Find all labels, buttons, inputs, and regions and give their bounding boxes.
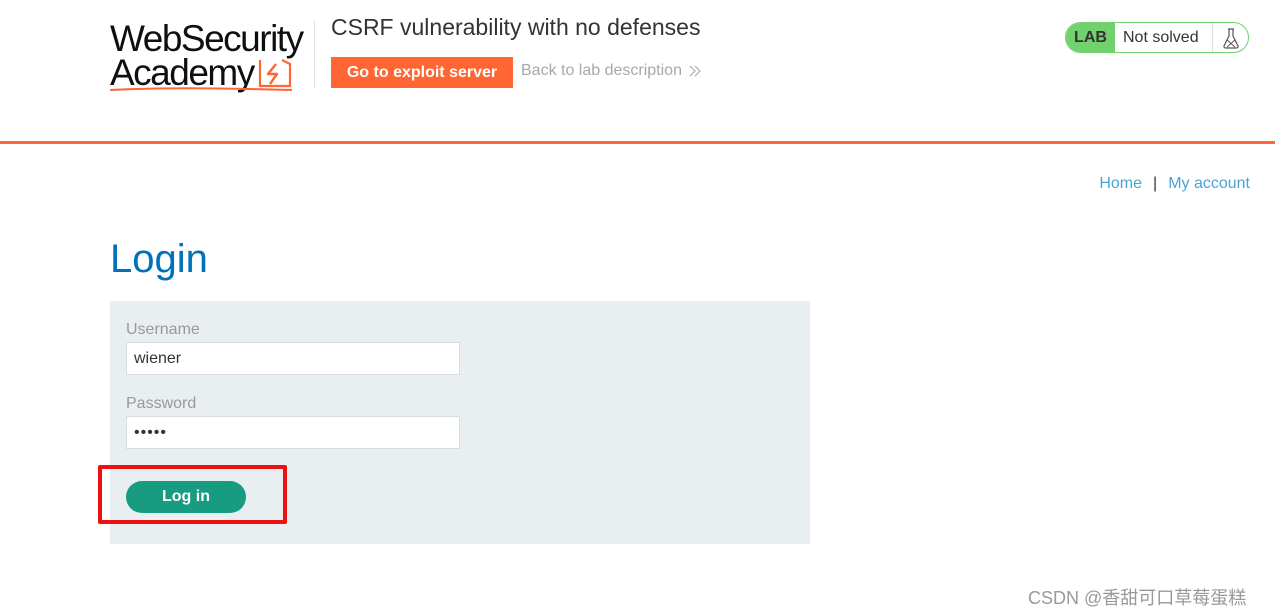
header-accent-rule (0, 141, 1275, 144)
password-input[interactable]: ••••• (126, 416, 460, 449)
double-chevron-right-icon (689, 65, 701, 77)
flask-icon (1222, 27, 1239, 49)
lab-badge: LAB (1066, 23, 1115, 52)
nav-home-link[interactable]: Home (1099, 175, 1142, 193)
logo-swoosh-icon (110, 87, 292, 91)
lab-status-widget: LAB Not solved (1065, 22, 1249, 53)
lab-status-text: Not solved (1115, 23, 1213, 52)
back-to-lab-description-link[interactable]: Back to lab description (521, 62, 702, 80)
lab-header: WebSecurity Academy CSRF vulnerability w… (0, 0, 1275, 144)
watermark: CSDN @香甜可口草莓蛋糕 (1028, 588, 1247, 608)
go-to-exploit-server-button[interactable]: Go to exploit server (331, 57, 513, 88)
back-link-label: Back to lab description (521, 62, 682, 79)
flask-icon-container (1213, 23, 1248, 52)
password-label: Password (126, 395, 197, 412)
header-divider (314, 20, 315, 88)
nav-my-account-link[interactable]: My account (1168, 175, 1250, 193)
username-label: Username (126, 321, 200, 338)
lab-title: CSRF vulnerability with no defenses (331, 14, 701, 40)
top-navigation: Home | My account (1099, 175, 1250, 193)
annotation-highlight-box (98, 465, 287, 524)
web-security-academy-logo[interactable]: WebSecurity Academy (110, 18, 310, 94)
nav-separator: | (1153, 175, 1158, 192)
username-input[interactable]: wiener (126, 342, 460, 375)
page-title: Login (110, 237, 208, 281)
